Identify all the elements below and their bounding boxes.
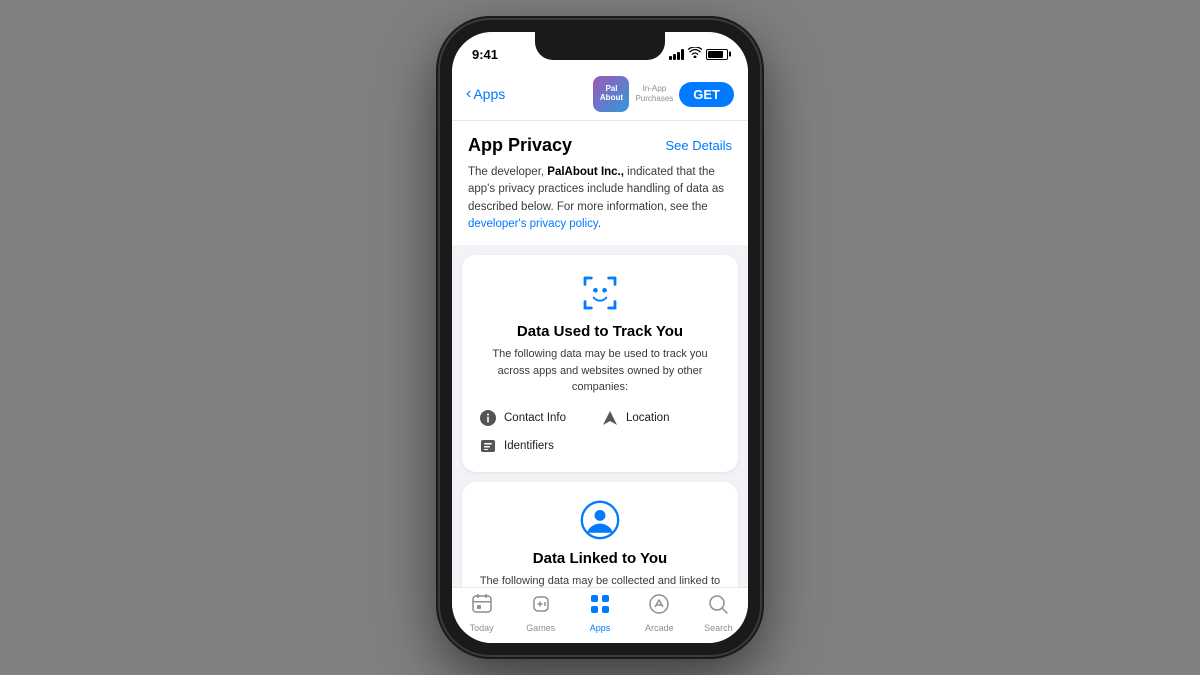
tab-arcade-label: Arcade <box>645 623 674 633</box>
tab-today-label: Today <box>470 623 494 633</box>
tab-apps-label: Apps <box>590 623 611 633</box>
chevron-left-icon: ‹ <box>466 85 471 103</box>
back-button[interactable]: ‹ Apps <box>466 85 505 103</box>
tab-games[interactable]: Games <box>511 593 570 633</box>
id-badge-icon <box>478 436 498 456</box>
status-icons <box>669 47 728 61</box>
list-item: Location <box>600 408 722 428</box>
search-icon <box>707 593 729 621</box>
linked-card-desc: The following data may be collected and … <box>478 573 722 588</box>
apps-icon <box>589 593 611 621</box>
status-time: 9:41 <box>472 47 498 62</box>
tracking-item-label: Contact Info <box>504 412 566 424</box>
linked-card: Data Linked to You The following data ma… <box>462 482 738 588</box>
today-icon <box>471 593 493 621</box>
games-icon <box>530 593 552 621</box>
tracking-item-label: Location <box>626 412 669 424</box>
linked-icon <box>578 498 622 542</box>
iphone-frame: 9:41 <box>440 20 760 655</box>
tracking-card: Data Used to Track You The following dat… <box>462 255 738 472</box>
tab-games-label: Games <box>526 623 555 633</box>
linked-card-header: Data Linked to You The following data ma… <box>478 498 722 588</box>
tab-search-label: Search <box>704 623 733 633</box>
privacy-title-row: App Privacy See Details <box>468 135 732 156</box>
wifi-icon <box>688 47 702 61</box>
tracking-items: Contact Info Location <box>478 408 722 456</box>
info-circle-icon <box>478 408 498 428</box>
app-info: PalAbout In-AppPurchases GET <box>593 76 734 112</box>
tab-search[interactable]: Search <box>689 593 748 633</box>
tracking-icon <box>578 271 622 315</box>
tab-today[interactable]: Today <box>452 593 511 633</box>
in-app-purchase-label: In-AppPurchases <box>635 84 673 103</box>
location-arrow-icon <box>600 408 620 428</box>
tracking-card-desc: The following data may be used to track … <box>478 346 722 396</box>
linked-card-title: Data Linked to You <box>478 550 722 567</box>
list-item: Contact Info <box>478 408 600 428</box>
app-icon: PalAbout <box>593 76 629 112</box>
battery-icon <box>706 49 728 60</box>
notch <box>535 32 665 60</box>
list-item: Identifiers <box>478 436 600 456</box>
tab-arcade[interactable]: Arcade <box>630 593 689 633</box>
tracking-card-title: Data Used to Track You <box>478 323 722 340</box>
privacy-policy-link[interactable]: developer's privacy policy <box>468 218 598 230</box>
back-label: Apps <box>473 86 505 102</box>
iphone-screen: 9:41 <box>452 32 748 643</box>
privacy-description: The developer, PalAbout Inc., indicated … <box>468 164 732 233</box>
privacy-header: App Privacy See Details The developer, P… <box>452 121 748 245</box>
tab-apps[interactable]: Apps <box>570 593 629 633</box>
get-button[interactable]: GET <box>679 82 734 107</box>
see-details-link[interactable]: See Details <box>666 138 732 153</box>
tracking-card-header: Data Used to Track You The following dat… <box>478 271 722 396</box>
privacy-title: App Privacy <box>468 135 572 156</box>
tab-bar: Today Games <box>452 587 748 643</box>
arcade-icon <box>648 593 670 621</box>
signal-icon <box>669 49 684 60</box>
tracking-item-label: Identifiers <box>504 440 554 452</box>
content-area: App Privacy See Details The developer, P… <box>452 121 748 587</box>
nav-bar: ‹ Apps PalAbout In-AppPurchases GET <box>452 68 748 121</box>
